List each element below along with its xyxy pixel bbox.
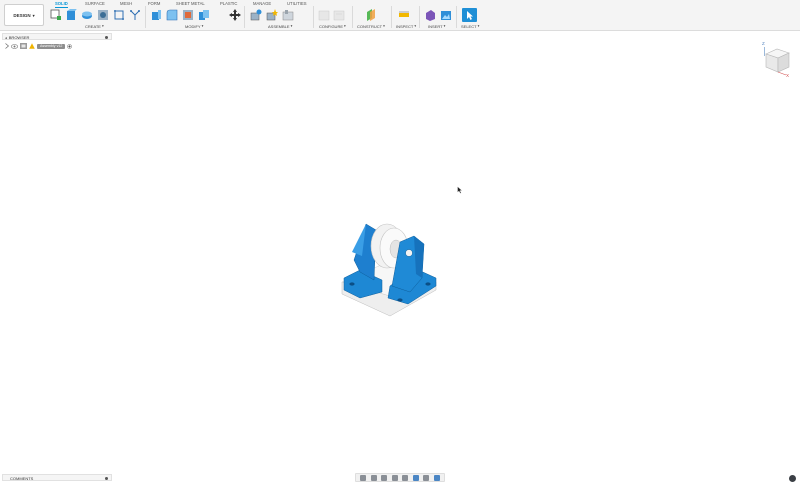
group-divider xyxy=(456,6,457,28)
select-arrow-icon[interactable] xyxy=(462,8,477,22)
modify-menu-label: MODIFY xyxy=(185,23,201,29)
browser-header[interactable]: ◂ BROWSER xyxy=(5,35,29,40)
comments-panel[interactable]: COMMENTS xyxy=(2,474,112,481)
toolbar-ribbon: DESIGN ▾ SOLID SURFACE MESH FORM SHEET M… xyxy=(0,0,800,31)
assemble-menu-label: ASSEMBLE xyxy=(268,23,290,29)
grid-snap-icon[interactable] xyxy=(423,474,430,481)
new-joint-icon[interactable] xyxy=(250,9,262,21)
modify-menu[interactable]: MODIFY ▾ xyxy=(185,24,203,29)
chevron-down-icon: ▾ xyxy=(344,24,346,28)
chevron-down-icon: ▾ xyxy=(201,24,204,28)
visibility-eye-icon[interactable] xyxy=(11,43,18,49)
assembly-model-viewport[interactable] xyxy=(330,216,450,320)
configure-menu[interactable]: CONFIGURE ▾ xyxy=(319,24,346,29)
chevron-down-icon: ▾ xyxy=(443,24,446,28)
browser-title: BROWSER xyxy=(8,35,30,40)
orbit-icon[interactable] xyxy=(360,474,367,481)
tab-plastic[interactable]: PLASTIC xyxy=(220,1,237,6)
chevron-down-icon: ▾ xyxy=(32,12,35,18)
joint-origin-icon[interactable] xyxy=(266,9,278,21)
sketch-icon[interactable] xyxy=(129,9,141,21)
insert-menu[interactable]: INSERT ▾ xyxy=(428,24,445,29)
chat-bubble-icon[interactable] xyxy=(789,475,796,482)
viewcube[interactable]: Z X xyxy=(760,40,792,78)
rectangle-icon[interactable] xyxy=(113,9,125,21)
tree-item-root[interactable]: Assembly v12 xyxy=(5,42,73,50)
create-menu-label: CREATE xyxy=(85,23,101,29)
viewcube-axis-x: X xyxy=(786,73,789,78)
shell-icon[interactable] xyxy=(182,9,194,21)
tab-mesh[interactable]: MESH xyxy=(120,1,132,6)
tree-root-label[interactable]: Assembly v12 xyxy=(37,43,66,49)
chevron-down-icon: ▾ xyxy=(414,24,417,28)
inspect-menu-label: INSPECT xyxy=(396,23,414,29)
viewcube-axis-z: Z xyxy=(762,41,765,46)
tab-sheet-metal[interactable]: SHEET METAL xyxy=(176,1,205,6)
new-component-icon[interactable] xyxy=(50,9,62,21)
navigation-bar xyxy=(355,473,445,482)
warning-icon xyxy=(29,43,35,49)
group-divider xyxy=(352,6,353,28)
viewports-icon[interactable] xyxy=(433,474,440,481)
panel-pin-icon[interactable] xyxy=(104,476,108,480)
fillet-icon[interactable] xyxy=(166,9,178,21)
configure-rule-icon[interactable] xyxy=(333,9,345,21)
display-settings-icon[interactable] xyxy=(412,474,419,481)
pan-hand-icon[interactable] xyxy=(381,474,388,481)
motion-icon[interactable] xyxy=(282,9,294,21)
chevron-down-icon: ▾ xyxy=(290,24,293,28)
tab-solid[interactable]: SOLID xyxy=(55,1,68,8)
expand-arrow-icon[interactable] xyxy=(5,43,9,49)
group-divider xyxy=(391,6,392,28)
chevron-down-icon: ▾ xyxy=(101,24,104,28)
insert-menu-label: INSERT xyxy=(428,23,443,29)
tab-manage[interactable]: MANAGE xyxy=(253,1,271,6)
chevron-down-icon: ▾ xyxy=(477,24,480,28)
configure-menu-label: CONFIGURE xyxy=(319,23,343,29)
construct-menu-label: CONSTRUCT xyxy=(357,23,383,29)
group-divider xyxy=(313,6,314,28)
workspace-label: DESIGN xyxy=(13,12,31,18)
tab-form[interactable]: FORM xyxy=(148,1,160,6)
assemble-menu[interactable]: ASSEMBLE ▾ xyxy=(268,24,292,29)
collapse-icon[interactable]: ◂ xyxy=(5,36,7,40)
group-divider xyxy=(244,6,245,28)
insert-mesh-icon[interactable] xyxy=(424,9,436,21)
extrude-icon[interactable] xyxy=(65,9,77,21)
move-icon[interactable] xyxy=(229,9,241,21)
combine-icon[interactable] xyxy=(198,9,210,21)
select-menu[interactable]: SELECT ▾ xyxy=(461,24,479,29)
inspect-menu[interactable]: INSPECT ▾ xyxy=(396,24,416,29)
construct-menu[interactable]: CONSTRUCT ▾ xyxy=(357,24,385,29)
workspace-tabs: SOLID SURFACE MESH FORM SHEET METAL PLAS… xyxy=(44,0,344,8)
workspace-switcher[interactable]: DESIGN ▾ xyxy=(4,4,44,26)
hole-icon[interactable] xyxy=(97,9,109,21)
chevron-down-icon: ▾ xyxy=(383,24,385,28)
offset-plane-icon[interactable] xyxy=(365,9,377,21)
configure-table-icon[interactable] xyxy=(318,9,330,21)
look-at-icon[interactable] xyxy=(370,474,377,481)
group-divider xyxy=(419,6,420,28)
comments-title: COMMENTS xyxy=(10,476,34,481)
tab-utilities[interactable]: UTILITIES xyxy=(287,1,307,6)
revolve-icon[interactable] xyxy=(81,9,93,21)
panel-pin-icon[interactable] xyxy=(104,35,108,39)
group-divider xyxy=(145,6,146,28)
zoom-icon[interactable] xyxy=(391,474,398,481)
mouse-cursor-icon xyxy=(457,186,463,194)
select-menu-label: SELECT xyxy=(461,23,477,29)
fit-window-icon[interactable] xyxy=(402,474,409,481)
component-icon xyxy=(20,43,27,49)
tab-surface[interactable]: SURFACE xyxy=(85,1,105,6)
create-menu[interactable]: CREATE ▾ xyxy=(85,24,104,29)
active-radio-icon[interactable] xyxy=(67,43,73,49)
browser-panel: ◂ BROWSER xyxy=(2,33,112,40)
insert-image-icon[interactable] xyxy=(440,9,452,21)
measure-icon[interactable] xyxy=(398,9,410,21)
press-pull-icon[interactable] xyxy=(150,9,162,21)
